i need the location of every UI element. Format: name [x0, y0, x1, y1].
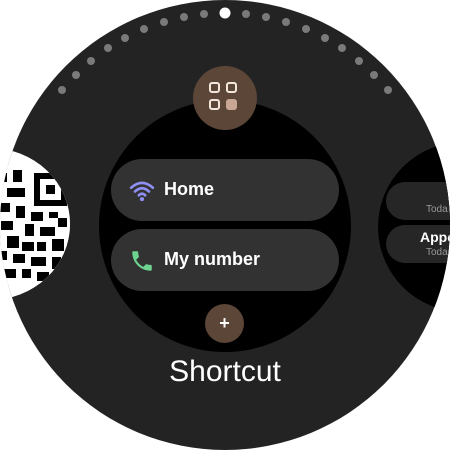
page-dot	[338, 44, 347, 53]
page-dot	[241, 10, 250, 18]
right-tile-item: Toda	[386, 182, 450, 220]
right-tile-item-subtitle: Toda	[426, 204, 448, 215]
page-dot	[71, 70, 80, 79]
page-title: Shortcut	[169, 355, 281, 388]
page-dot	[301, 24, 310, 33]
page-dot	[159, 18, 168, 27]
page-dot	[354, 56, 363, 65]
page-dot	[370, 70, 379, 79]
right-tile-preview[interactable]: Toda Appo Toda	[378, 142, 450, 312]
left-tile-preview[interactable]	[0, 148, 70, 300]
page-dot	[282, 18, 291, 27]
page-dot	[87, 56, 95, 65]
app-grid-icon[interactable]	[193, 66, 257, 130]
page-dot	[179, 13, 188, 22]
page-dot-active	[219, 7, 231, 19]
page-dot	[121, 33, 130, 42]
phone-icon	[132, 251, 152, 271]
page-dot	[262, 13, 271, 22]
page-dot	[320, 33, 329, 42]
page-dot	[384, 85, 393, 94]
shortcut-my-number[interactable]: My number	[111, 229, 339, 291]
page-dot	[103, 44, 112, 53]
right-tile-item-subtitle: Toda	[426, 247, 448, 258]
page-dot	[57, 85, 66, 94]
shortcut-label: Home	[164, 179, 215, 199]
qr-code-icon	[0, 164, 70, 284]
shortcut-home[interactable]: Home	[111, 159, 339, 221]
add-shortcut-button[interactable]: +	[205, 304, 244, 343]
right-tile-item-title: Appo	[420, 229, 450, 245]
page-dot	[140, 24, 149, 33]
watch-face: Toda Appo Toda Home My number + Shortcut	[0, 0, 450, 450]
shortcut-label: My number	[164, 249, 261, 269]
page-dot	[200, 10, 209, 18]
right-tile-item: Appo Toda	[386, 225, 450, 263]
wifi-icon	[129, 181, 155, 202]
add-icon: +	[219, 313, 230, 333]
